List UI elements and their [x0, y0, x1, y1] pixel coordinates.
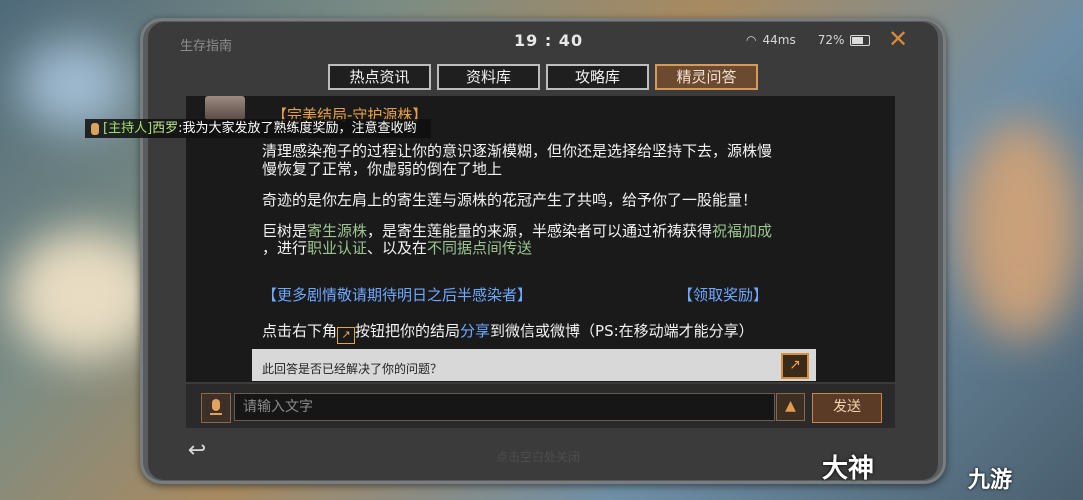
watermark-jiuyou: 九游 [968, 468, 1013, 493]
feedback-question: 此回答是否已经解决了你的问题？ [262, 362, 443, 376]
text-segment: 按钮把你的结局 [355, 322, 461, 340]
share-icon: ↗ [337, 327, 356, 344]
tab-strategy[interactable]: 攻略库 [546, 64, 649, 90]
tab-database[interactable]: 资料库 [437, 64, 540, 90]
status-bar: ◠ 44ms 72% [746, 33, 871, 47]
background-blob [960, 120, 1080, 340]
watermark-dashen: 大神 [822, 454, 875, 484]
network-latency: 44ms [762, 33, 796, 47]
send-button[interactable]: 发送 [812, 393, 882, 423]
more-story-link[interactable]: 【更多剧情敬请期待明日之后半感染者】 [262, 284, 532, 305]
background-blob [10, 230, 160, 360]
text-segment: 到微信或微博（PS:在移动端才能分享） [490, 322, 754, 340]
microphone-icon [91, 122, 99, 135]
text-segment: 、以及在 [367, 239, 428, 257]
battery-level: 72% [817, 33, 845, 47]
voice-input-button[interactable] [201, 393, 231, 423]
host-text: :我为大家发放了熟练度奖励，注意查收哟 [178, 121, 417, 136]
text-segment: ，进行 [262, 239, 308, 257]
keyword-blessing-bonus[interactable]: 祝福加成 [712, 222, 772, 240]
back-arrow-icon[interactable]: ↩ [181, 440, 213, 464]
host-tag: [主持人] [103, 121, 153, 136]
text-segment: 点击右下角 [262, 322, 338, 340]
chat-input[interactable] [234, 393, 775, 421]
host-name: 西罗 [152, 121, 179, 136]
chevron-up-icon[interactable]: ▲ [776, 393, 805, 421]
host-broadcast: [主持人]西罗:我为大家发放了熟练度奖励，注意查收哟 [85, 119, 431, 138]
clock: 19 : 40 [514, 31, 584, 50]
tab-sprite-qa[interactable]: 精灵问答 [655, 64, 758, 90]
claim-reward-link[interactable]: 【领取奖励】 [678, 284, 768, 305]
answer-paragraph-4: ，进行职业认证、以及在不同据点间传送 [262, 237, 532, 258]
answer-paragraph-2: 奇迹的是你左肩上的寄生莲与源株的花冠产生了共鸣，给予你了一股能量！ [262, 191, 758, 209]
share-instruction: 点击右下角 ↗ 按钮把你的结局分享到微信或微博（PS:在移动端才能分享） [262, 320, 754, 344]
share-button[interactable]: ↗ [781, 353, 809, 379]
close-icon[interactable]: ✕ [886, 27, 910, 52]
answer-paragraph-1-line-2: 慢恢复了正常，你虚弱的倒在了地上 [262, 160, 503, 178]
tab-hot-news[interactable]: 热点资讯 [328, 64, 431, 90]
tab-bar: 热点资讯 资料库 攻略库 精灵问答 [328, 64, 758, 90]
close-hint: 点击空白处关闭 [496, 450, 581, 464]
share-keyword: 分享 [460, 322, 491, 340]
keyword-teleport[interactable]: 不同据点间传送 [427, 239, 532, 257]
background-blob [20, 40, 130, 130]
avatar [205, 96, 245, 120]
wifi-icon: ◠ [746, 33, 757, 47]
keyword-job-certification[interactable]: 职业认证 [307, 239, 367, 257]
battery-icon [850, 34, 871, 46]
panel-title: 生存指南 [180, 39, 233, 54]
